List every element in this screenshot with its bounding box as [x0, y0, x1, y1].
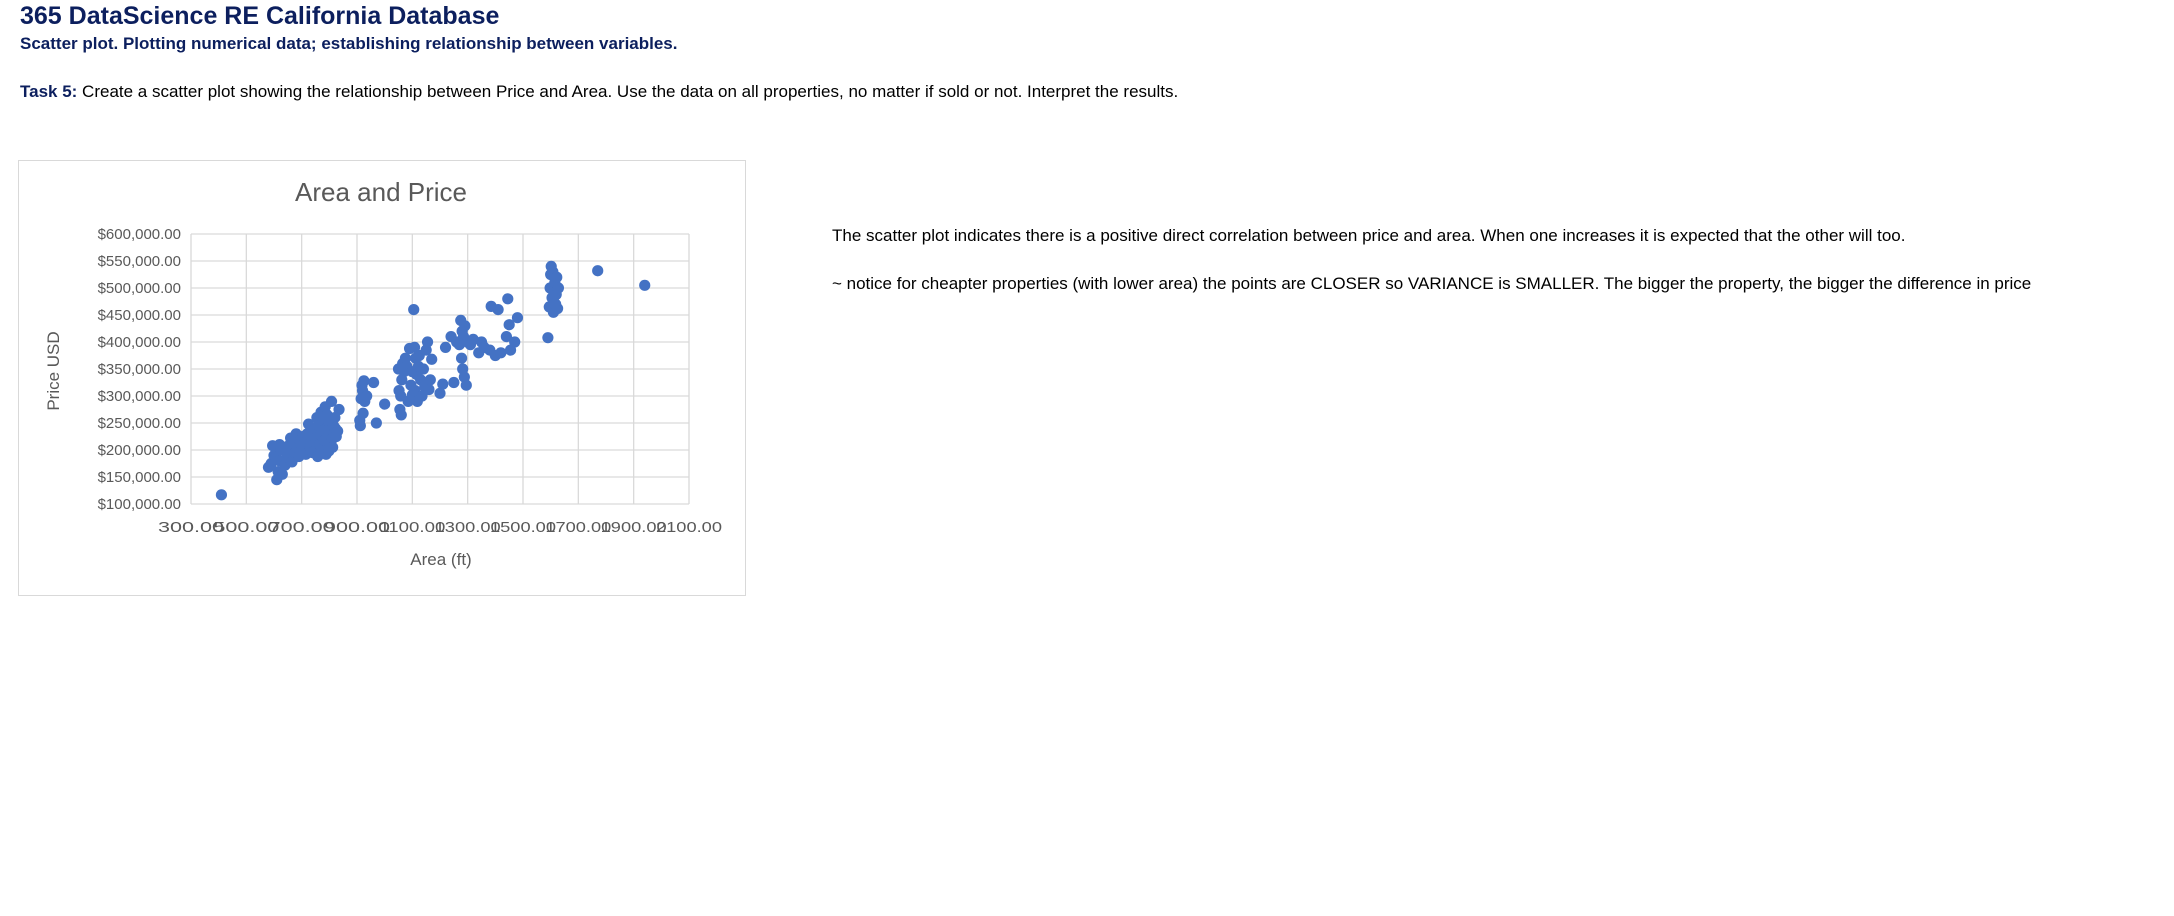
data-point — [495, 347, 507, 359]
x-axis-label: Area (ft) — [410, 550, 471, 569]
page-subtitle: Scatter plot. Plotting numerical data; e… — [20, 34, 678, 53]
y-tick-label: $450,000.00 — [98, 307, 181, 324]
data-point — [448, 376, 460, 389]
data-point — [437, 378, 449, 390]
data-point — [509, 336, 521, 348]
data-point — [423, 383, 435, 396]
task-description: Task 5: Create a scatter plot showing th… — [20, 82, 1178, 102]
data-point — [511, 312, 524, 324]
variance-note: ~ notice for cheapter properties (with l… — [832, 274, 2032, 293]
data-point — [408, 304, 420, 316]
y-tick-label: $550,000.00 — [98, 253, 181, 270]
y-tick-label: $250,000.00 — [98, 415, 181, 432]
y-tick-label: $350,000.00 — [98, 361, 181, 378]
data-point — [395, 409, 407, 421]
data-point — [639, 279, 651, 291]
data-point — [417, 363, 429, 375]
data-point — [332, 425, 344, 437]
y-tick-label: $500,000.00 — [98, 280, 181, 297]
data-point — [502, 293, 514, 305]
chart-svg: $100,000.00 $150,000.00 $200,000.00 $250,00… — [44, 177, 722, 569]
page-title: 365 DataScience RE California Database — [20, 2, 500, 30]
data-point — [492, 304, 504, 316]
data-point — [455, 352, 468, 364]
data-point — [215, 489, 228, 501]
x-tick-labels: 300.00500.00700.00900.001100.001300.0015… — [158, 519, 722, 536]
data-point — [333, 403, 345, 416]
data-point — [426, 353, 438, 365]
data-point — [361, 390, 373, 402]
y-axis-label: Price USD — [44, 331, 63, 410]
data-point — [460, 379, 472, 391]
y-tick-label: $600,000.00 — [98, 226, 181, 243]
y-tick-label: $150,000.00 — [98, 469, 181, 486]
data-point — [551, 302, 564, 315]
y-tick-label: $400,000.00 — [98, 334, 181, 351]
data-point — [354, 420, 366, 432]
data-point — [379, 398, 391, 410]
task-text: Create a scatter plot showing the relati… — [77, 82, 1179, 101]
y-tick-label: $100,000.00 — [98, 496, 181, 513]
x-tick-label: 2100.00 — [656, 519, 722, 536]
data-point — [551, 271, 563, 283]
data-point — [424, 374, 436, 386]
y-tick-label: $200,000.00 — [98, 442, 181, 459]
y-tick-labels: $100,000.00 $150,000.00 $200,000.00 $250,00… — [98, 226, 181, 513]
data-point — [370, 417, 382, 429]
data-point — [327, 441, 339, 453]
data-point — [368, 376, 380, 389]
data-point — [439, 341, 452, 353]
chart-title: Area and Price — [295, 177, 467, 207]
data-point — [592, 265, 604, 277]
data-point — [542, 332, 554, 344]
data-point — [421, 336, 434, 348]
scatter-chart[interactable]: $100,000.00 $150,000.00 $200,000.00 $250,00… — [18, 160, 746, 596]
data-point — [357, 407, 369, 419]
task-label: Task 5: — [20, 82, 78, 101]
data-point — [552, 282, 565, 294]
data-points — [215, 260, 651, 501]
data-point — [459, 320, 471, 332]
data-point — [358, 375, 370, 387]
interpretation-note: The scatter plot indicates there is a po… — [832, 226, 1906, 245]
y-tick-label: $300,000.00 — [98, 388, 181, 405]
